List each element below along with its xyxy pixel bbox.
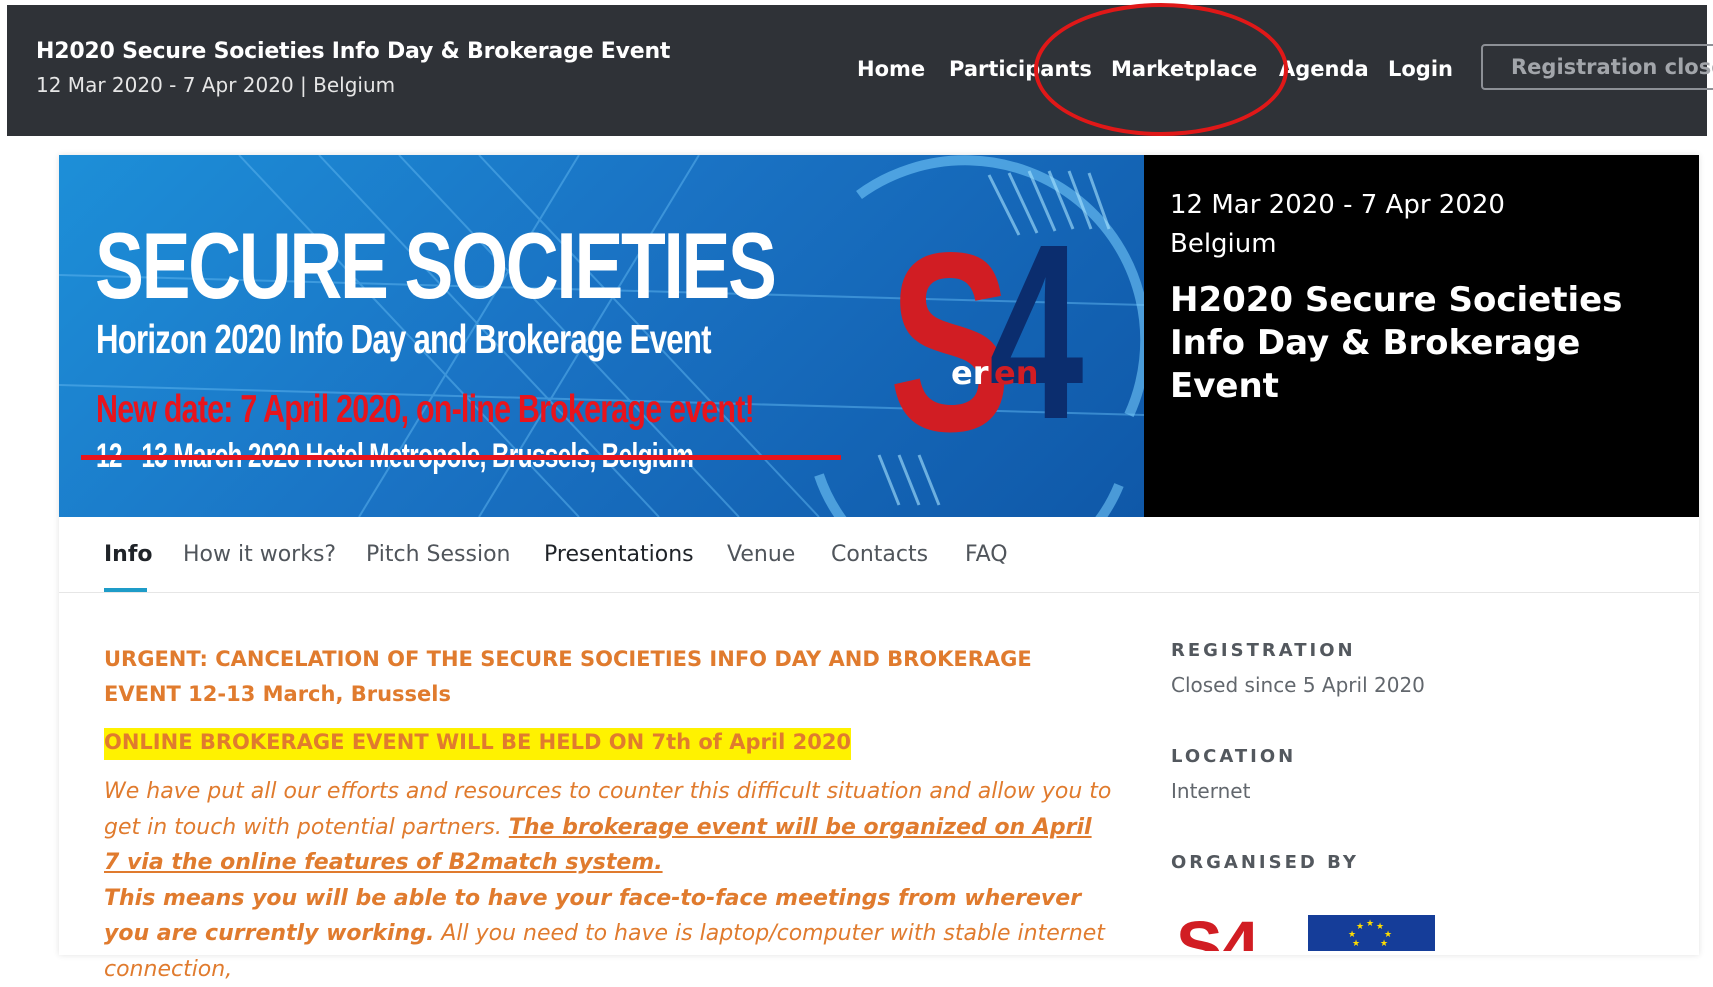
svg-text:★: ★ [1366,919,1374,929]
active-tab-indicator [104,588,147,592]
online-event-highlight: ONLINE BROKERAGE EVENT WILL BE HELD ON 7… [104,728,852,760]
banner-new-date: New date: 7 April 2020, on-line Brokerag… [96,388,755,431]
tab-bar: Info How it works? Pitch Session Present… [59,517,1699,593]
s4-logo-4: 4 [989,192,1084,471]
svg-text:★: ★ [1376,922,1384,932]
event-info-panel: 12 Mar 2020 - 7 Apr 2020 Belgium H2020 S… [1144,155,1699,517]
urgent-notice: URGENT: CANCELATION OF THE SECURE SOCIET… [104,647,1032,706]
info-paragraph: We have put all our efforts and resource… [104,774,1114,987]
s4-logo-er: er [951,354,989,392]
event-dates: 12 Mar 2020 - 7 Apr 2020 [1170,190,1505,220]
nav-participants[interactable]: Participants [949,57,1092,81]
event-subtitle: 12 Mar 2020 - 7 Apr 2020 | Belgium [36,73,396,97]
event-title[interactable]: H2020 Secure Societies Info Day & Broker… [36,39,670,64]
organised-by-label: ORGANISED BY [1171,852,1359,873]
svg-text:★: ★ [1380,939,1388,949]
s4-organiser-logo-text: S4 [1176,911,1260,951]
s4-organiser-logo[interactable]: S4 [1176,911,1271,951]
banner-title: SECURE SOCIETIES [95,213,777,318]
location-value: Internet [1171,779,1251,803]
nav-agenda[interactable]: Agenda [1279,57,1369,81]
tab-pitch-session[interactable]: Pitch Session [366,542,511,567]
eu-stars-icon: ★ ★ ★ ★ ★ ★ ★ [1348,919,1392,949]
location-label: LOCATION [1171,746,1297,767]
top-navbar: H2020 Secure Societies Info Day & Broker… [7,5,1713,136]
s4-logo-en: en [994,354,1039,392]
tab-contacts[interactable]: Contacts [831,542,928,567]
eu-flag-logo[interactable]: ★ ★ ★ ★ ★ ★ ★ [1308,915,1435,951]
event-banner: S 4 er en SECURE SOCIETIES Horizon 2020 … [59,155,1144,517]
tab-venue[interactable]: Venue [727,542,795,567]
svg-text:★: ★ [1356,922,1364,932]
nav-home[interactable]: Home [857,57,925,81]
registration-closed-button[interactable]: Registration closed [1481,44,1713,90]
tab-faq[interactable]: FAQ [965,542,1008,567]
banner-subtitle: Horizon 2020 Info Day and Brokerage Even… [96,316,711,362]
banner-strike-line [81,455,841,460]
registration-value: Closed since 5 April 2020 [1171,673,1425,697]
svg-text:★: ★ [1352,939,1360,949]
event-card-title: H2020 Secure Societies Info Day & Broker… [1170,280,1623,406]
event-location: Belgium [1170,229,1277,259]
nav-marketplace[interactable]: Marketplace [1111,57,1257,81]
tab-info[interactable]: Info [104,542,153,567]
nav-login[interactable]: Login [1388,57,1453,81]
tab-how-it-works[interactable]: How it works? [183,542,336,567]
registration-label: REGISTRATION [1171,640,1356,661]
tab-presentations[interactable]: Presentations [544,542,694,567]
